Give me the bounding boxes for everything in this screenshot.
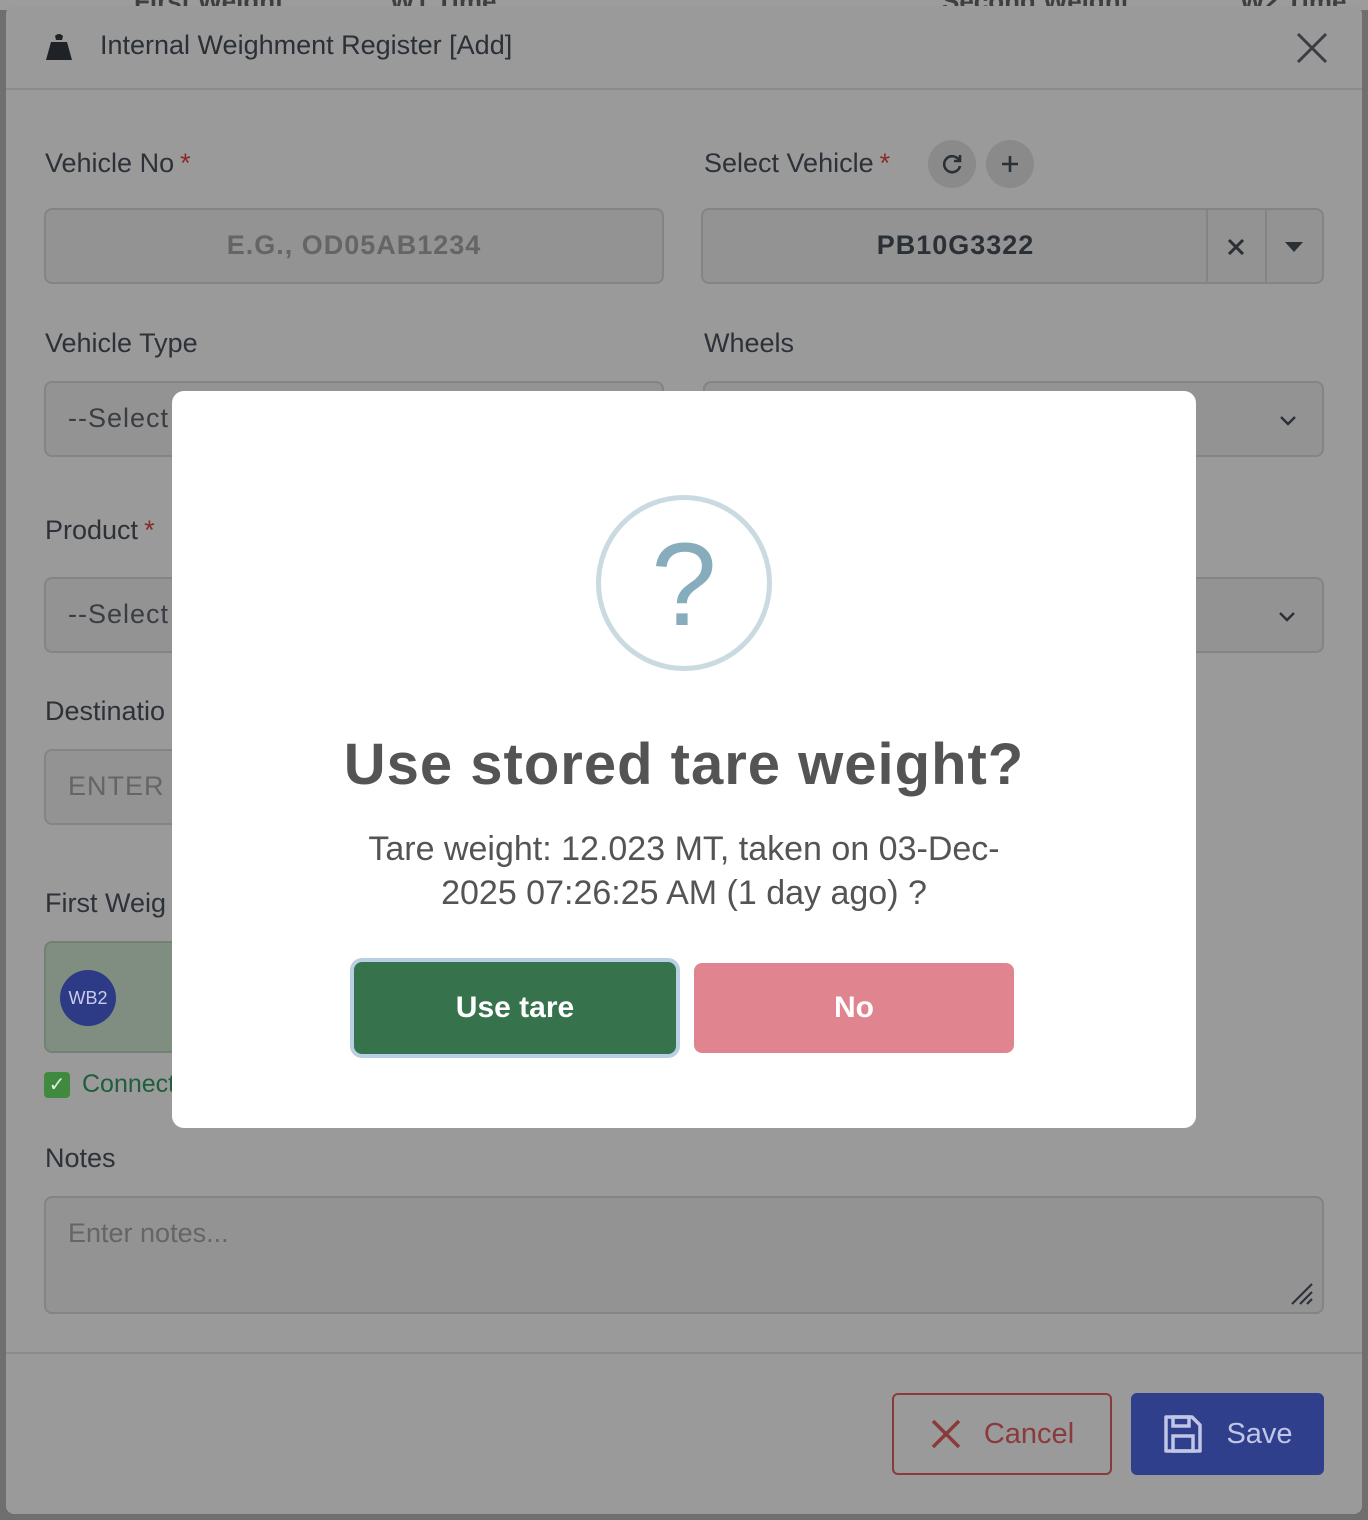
notes-textarea[interactable]: Enter notes... [44,1196,1324,1314]
connection-status: ✓ Connect [44,1070,175,1099]
select-vehicle-dropdown[interactable]: PB10G3322 [701,208,1324,284]
product-value: --Select [68,599,170,629]
notes-placeholder: Enter notes... [68,1218,229,1248]
first-weight-label: First Weig [45,888,167,918]
product-label: Product * [45,515,155,545]
close-icon [931,1419,961,1449]
cancel-button[interactable]: Cancel [892,1393,1112,1475]
use-tare-button[interactable]: Use tare [354,962,676,1054]
vehicle-no-input[interactable]: E.G., OD05AB1234 [44,208,664,284]
clear-selection-icon[interactable] [1225,236,1247,258]
plus-icon [1002,156,1018,172]
select-divider [1206,210,1208,282]
weighbridge-badge: WB2 [60,970,116,1026]
check-icon: ✓ [44,1071,70,1098]
chevron-down-icon [1279,612,1295,622]
chevron-down-icon [1280,416,1296,426]
selected-vehicle-value: PB10G3322 [876,230,1035,260]
caret-down-icon[interactable] [1283,240,1305,254]
select-divider-2 [1265,210,1267,282]
refresh-icon [942,154,962,174]
refresh-vehicles-button[interactable] [928,140,976,188]
vehicle-type-label: Vehicle Type [45,328,198,358]
modal-footer-divider [6,1352,1362,1354]
vehicle-no-placeholder: E.G., OD05AB1234 [226,230,482,260]
confirm-dialog: ? Use stored tare weight? Tare weight: 1… [172,391,1196,1128]
dialog-message: Tare weight: 12.023 MT, taken on 03-Dec-… [368,830,1000,912]
cancel-label: Cancel [983,1417,1075,1450]
weight-bag-icon [46,34,72,60]
vehicle-type-value: --Select [68,403,170,433]
resize-handle-icon[interactable] [1288,1280,1314,1306]
connection-status-text: Connect [82,1070,176,1098]
add-vehicle-button[interactable] [986,140,1034,188]
no-button[interactable]: No [694,963,1014,1053]
destination-label: Destinatio [45,696,166,726]
destination-placeholder: ENTER I [68,771,182,801]
close-icon[interactable] [1292,28,1332,68]
save-button[interactable]: Save [1131,1393,1324,1475]
notes-label: Notes [45,1143,116,1173]
dialog-title: Use stored tare weight? [343,732,1025,797]
save-icon [1164,1415,1203,1453]
vehicle-no-label: Vehicle No * [45,148,191,178]
select-vehicle-label: Select Vehicle * [704,148,891,178]
wheels-label: Wheels [704,328,795,358]
modal-title: Internal Weighment Register [Add] [100,30,513,60]
modal-header: Internal Weighment Register [Add] [6,6,1362,90]
save-label: Save [1226,1417,1293,1450]
question-mark: ? [651,519,717,651]
question-icon: ? [596,495,772,671]
